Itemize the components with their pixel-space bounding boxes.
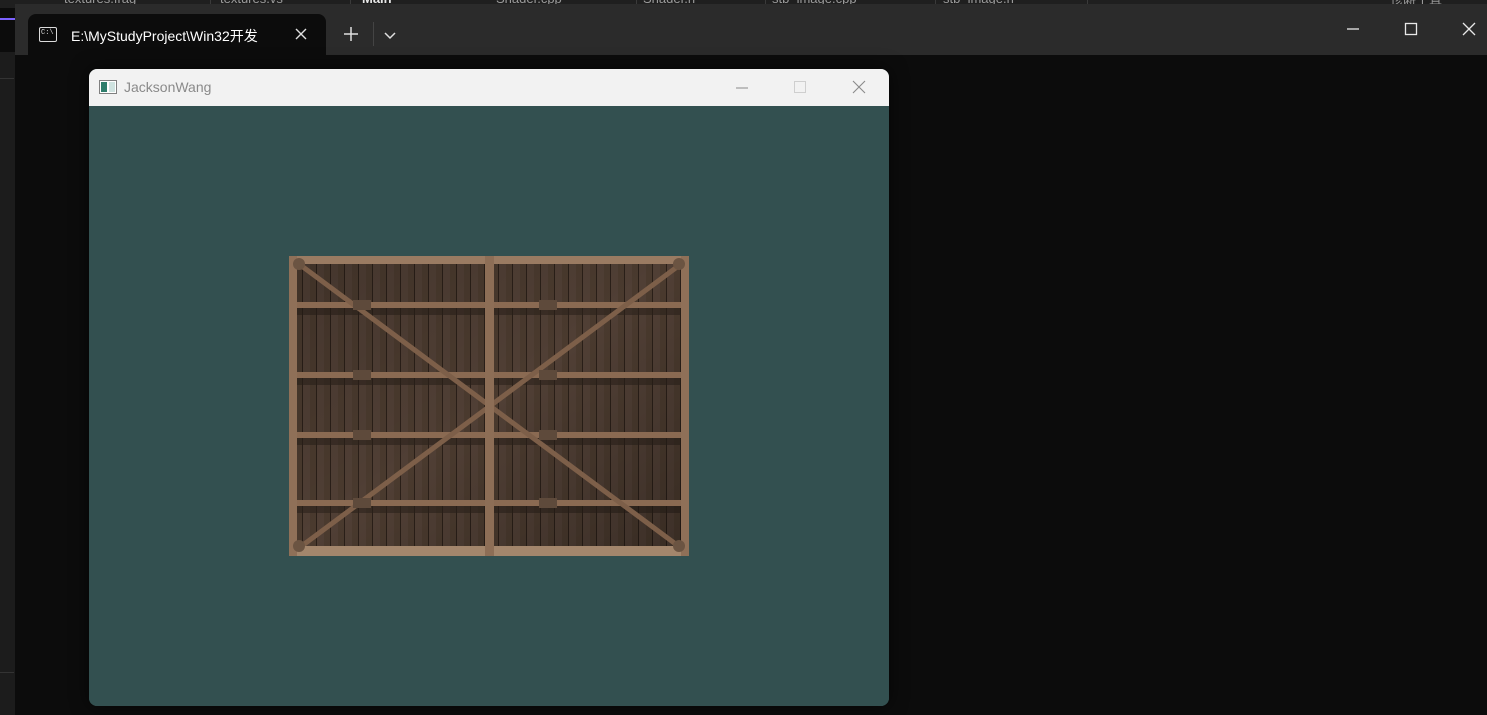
ide-left-gutter <box>0 52 16 715</box>
terminal-icon: C:\ <box>39 27 57 42</box>
terminal-tab[interactable]: C:\ E:\MyStudyProject\Win32开发 <box>28 14 326 55</box>
app-window: JacksonWang <box>89 69 889 706</box>
plus-icon[interactable] <box>342 25 360 43</box>
chevron-down-icon[interactable] <box>383 28 397 42</box>
wooden-container-texture <box>289 256 689 556</box>
minimize-icon[interactable] <box>735 81 749 95</box>
terminal-tab-title: E:\MyStudyProject\Win32开发 <box>71 28 258 44</box>
close-icon[interactable] <box>293 26 309 42</box>
terminal-titlebar[interactable]: C:\ E:\MyStudyProject\Win32开发 <box>15 4 1487 55</box>
app-window-icon <box>99 80 117 94</box>
maximize-icon <box>794 81 806 93</box>
close-icon[interactable] <box>852 80 866 94</box>
titlebar-separator <box>373 22 374 46</box>
maximize-icon[interactable] <box>1403 21 1419 37</box>
app-title: JacksonWang <box>124 79 212 95</box>
close-icon[interactable] <box>1461 21 1477 37</box>
minimize-icon[interactable] <box>1345 21 1361 37</box>
render-canvas[interactable] <box>89 106 889 706</box>
app-titlebar[interactable]: JacksonWang <box>89 69 889 106</box>
terminal-icon-text: C:\ <box>41 29 54 37</box>
